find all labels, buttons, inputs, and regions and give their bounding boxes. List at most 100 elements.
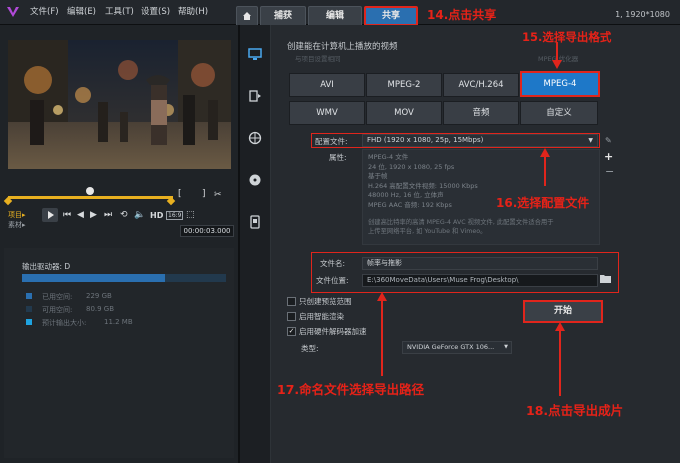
preview-range-label: 只创建预览范围 <box>299 297 352 306</box>
resolution-readout: 1, 1920*1080 <box>615 10 670 19</box>
share-header: 创建能在计算机上播放的视频 <box>287 42 398 52</box>
globe-icon[interactable] <box>248 131 262 145</box>
annotation-arrow-16 <box>540 148 550 186</box>
menu-help[interactable]: 帮助(H) <box>178 5 208 17</box>
profile-description-line2: 上传至网络平台, 如 YouTube 和 Vimeo。 <box>368 228 487 235</box>
go-start-icon[interactable]: ⏮ <box>63 210 71 220</box>
prop-line: MPEG AAC 音频: 192 Kbps <box>368 200 452 209</box>
repeat-icon[interactable]: ⟲ <box>120 210 128 220</box>
mobile-icon[interactable] <box>248 215 262 229</box>
tab-edit[interactable]: 编辑 <box>308 6 362 25</box>
prop-line: MPEG-4 文件 <box>368 153 409 161</box>
format-wmv[interactable]: WMV <box>289 101 365 125</box>
device-icon[interactable] <box>248 89 262 103</box>
home-icon <box>243 12 251 20</box>
split-icon[interactable]: ✂ <box>214 190 222 200</box>
player-controls: [ ] ✂ 项目▸ 素材▸ ⏮ ◀ ▶ ⏭ ⟲ 🔈 HD 16:9 ⬚ 00:0… <box>0 170 238 242</box>
clip-mode-label[interactable]: 素材▸ <box>8 220 26 230</box>
prop-line: 24 位, 1920 x 1080, 25 fps <box>368 162 455 171</box>
timecode-display[interactable]: 00:00:03.000 <box>180 225 234 237</box>
format-mov[interactable]: MOV <box>366 101 442 125</box>
home-tab[interactable] <box>236 6 258 25</box>
est-size-value: 11.2 MB <box>104 318 133 326</box>
accel-type-dropdown[interactable]: NVIDIA GeForce GTX 106... ▼ <box>402 341 512 354</box>
properties-label: 属性: <box>329 153 347 162</box>
mark-out-button[interactable]: ] <box>202 189 206 199</box>
annotation-step17: 17.命名文件选择导出路径 <box>277 382 425 397</box>
mark-in-button[interactable]: [ <box>178 189 182 199</box>
prop-line: 基于帧 <box>368 172 388 180</box>
aspect-ratio-toggle[interactable]: 16:9 <box>166 211 184 220</box>
tab-share[interactable]: 共享 <box>364 6 418 26</box>
free-space-value: 80.9 GB <box>86 305 115 313</box>
filename-label: 文件名: <box>320 259 346 268</box>
smart-render-checkbox[interactable] <box>287 312 296 321</box>
menu-settings[interactable]: 设置(S) <box>141 5 170 17</box>
output-drive-panel: 输出驱动器: D 已用空间: 229 GB 可用空间: 80.9 GB 预计输出… <box>4 248 234 458</box>
annotation-step16: 16.选择配置文件 <box>496 196 590 210</box>
annotation-arrow-15 <box>552 42 562 69</box>
scrubber-handle[interactable] <box>86 187 94 195</box>
filename-input[interactable]: 帧率与拖影 <box>362 257 598 270</box>
format-custom[interactable]: 自定义 <box>520 101 598 125</box>
format-mpeg4[interactable]: MPEG-4 <box>520 71 600 97</box>
format-avi[interactable]: AVI <box>289 73 365 97</box>
smart-render-label: 启用智能渲染 <box>299 312 344 321</box>
trim-out-handle[interactable] <box>166 196 176 206</box>
next-frame-icon[interactable]: ▶ <box>90 210 97 220</box>
remove-profile-icon[interactable]: − <box>605 165 614 178</box>
prop-line: H.264 高配置文件视频: 15000 Kbps <box>368 181 478 190</box>
location-input[interactable]: E:\360MoveData\Users\Muse Frog\Desktop\ <box>362 274 598 287</box>
same-as-project-option[interactable]: 与项目设置相同 <box>295 53 341 63</box>
used-space-value: 229 GB <box>86 292 112 300</box>
folder-icon[interactable] <box>600 274 612 284</box>
top-menu-bar: 文件(F) 编辑(E) 工具(T) 设置(S) 帮助(H) 捕获 编辑 共享 1… <box>0 0 680 26</box>
disc-icon[interactable] <box>248 173 262 187</box>
preview-range-checkbox[interactable] <box>287 297 296 306</box>
tab-capture[interactable]: 捕获 <box>260 6 306 25</box>
format-audio[interactable]: 音频 <box>443 101 519 125</box>
play-icon <box>48 211 54 219</box>
crop-icon[interactable]: ⬚ <box>186 210 195 220</box>
prop-line: 48000 Hz, 16 位, 立体声 <box>368 191 444 199</box>
drive-used-fill <box>22 274 165 282</box>
est-size-label: 预计输出大小: <box>42 319 87 327</box>
output-drive-label: 输出驱动器: D <box>22 262 71 271</box>
play-button[interactable] <box>42 208 58 222</box>
menu-file[interactable]: 文件(F) <box>30 5 59 17</box>
free-legend-swatch <box>26 306 32 312</box>
used-space-label: 已用空间: <box>42 293 73 301</box>
hw-accel-checkbox[interactable]: ✓ <box>287 327 296 336</box>
hw-accel-label: 启用硬件解码器加速 <box>299 327 367 336</box>
edit-profile-icon[interactable]: ✎ <box>605 136 612 145</box>
go-end-icon[interactable]: ⏭ <box>104 210 112 220</box>
annotation-step18: 18.点击导出成片 <box>526 403 624 418</box>
annotation-step15: 15.选择导出格式 <box>522 30 612 44</box>
prev-frame-icon[interactable]: ◀ <box>77 210 84 220</box>
est-legend-swatch <box>26 319 32 325</box>
menu-tools[interactable]: 工具(T) <box>105 5 134 17</box>
format-avc-h264[interactable]: AVC/H.264 <box>443 73 519 97</box>
profile-value: FHD (1920 x 1080, 25p, 15Mbps) <box>367 136 484 144</box>
profile-label: 配置文件: <box>315 137 348 146</box>
annotation-arrow-17 <box>377 292 387 376</box>
chevron-down-icon: ▼ <box>588 137 593 144</box>
free-space-label: 可用空间: <box>42 306 73 314</box>
location-label: 文件位置: <box>316 276 349 285</box>
add-profile-icon[interactable]: + <box>604 150 613 163</box>
profile-description-line1: 创建高比特率的高清 MPEG-4 AVC 视频文件, 此配置文件适合用于 <box>368 219 554 226</box>
volume-icon[interactable]: 🔈 <box>134 210 145 220</box>
profile-dropdown[interactable]: FHD (1920 x 1080, 25p, 15Mbps) ▼ <box>362 134 598 147</box>
hd-toggle[interactable]: HD <box>150 211 163 220</box>
format-mpeg2[interactable]: MPEG-2 <box>366 73 442 97</box>
app-logo-icon <box>7 7 19 17</box>
menu-edit[interactable]: 编辑(E) <box>67 5 96 17</box>
accel-type-label: 类型: <box>301 344 319 353</box>
monitor-icon[interactable] <box>248 47 262 61</box>
project-mode-label[interactable]: 项目▸ <box>8 210 26 220</box>
scrubber-range <box>8 196 173 199</box>
night-street-scene-image <box>8 40 231 169</box>
annotation-step14: 14.点击共享 <box>427 8 497 22</box>
video-preview <box>8 40 231 169</box>
start-export-button[interactable]: 开始 <box>523 300 603 323</box>
